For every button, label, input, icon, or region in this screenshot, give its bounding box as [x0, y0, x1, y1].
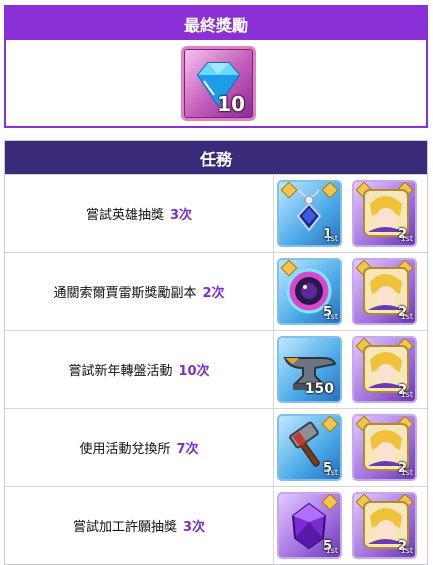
- mission-count: 3次: [169, 208, 193, 223]
- reward-tier: 1st: [400, 546, 413, 555]
- final-reward-title: 最終獎勵: [6, 7, 426, 40]
- mission-count: 3次: [182, 520, 206, 535]
- mission-text: 嘗試新年轉盤活動: [68, 364, 173, 379]
- reward-quantity: 150: [304, 381, 334, 397]
- reward-tier: 1st: [400, 390, 413, 399]
- final-reward-panel: 最終獎勵 10: [4, 5, 428, 128]
- reward-slot[interactable]: 2 1st: [352, 336, 417, 403]
- mission-row: 嘗試英雄抽獎 3次 1 1st 2 1st: [5, 174, 427, 252]
- mission-table-title: 任務: [5, 141, 427, 174]
- mission-description: 嘗試英雄抽獎 3次: [5, 175, 274, 252]
- reward-tier: 1st: [400, 312, 413, 321]
- mission-row: 嘗試加工許願抽獎 3次 5 1st 2 1st: [5, 486, 427, 564]
- reward-slot[interactable]: 2 1st: [352, 414, 417, 481]
- reward-tier: 1st: [325, 468, 338, 477]
- mission-description: 嘗試加工許願抽獎 3次: [5, 487, 274, 564]
- mission-row: 通關索爾賈雷斯獎勵副本 2次 5 1st 2 1st: [5, 252, 427, 330]
- reward-tier: 1st: [325, 546, 338, 555]
- mission-count: 2次: [202, 286, 225, 301]
- final-reward-item[interactable]: 10: [181, 46, 256, 121]
- mission-description: 通關索爾賈雷斯獎勵副本 2次: [5, 253, 274, 330]
- mission-table: 任務 嘗試英雄抽獎 3次 1 1st 2 1st 通關索爾賈雷斯獎勵副本 2次 …: [4, 140, 428, 565]
- reward-slot[interactable]: 2 1st: [352, 258, 417, 325]
- reward-slot[interactable]: 2 1st: [352, 180, 417, 247]
- mission-description: 使用活動兌換所 7次: [5, 409, 274, 486]
- reward-slot[interactable]: 5 1st: [277, 258, 342, 325]
- reward-slot[interactable]: 5 1st: [277, 492, 342, 559]
- mission-description: 嘗試新年轉盤活動 10次: [5, 331, 274, 408]
- mission-count: 7次: [176, 442, 199, 457]
- reward-slot[interactable]: 150: [277, 336, 342, 403]
- mission-row: 嘗試新年轉盤活動 10次 150 2 1st: [5, 330, 427, 408]
- mission-text: 使用活動兌換所: [79, 442, 171, 457]
- reward-tier: 1st: [400, 468, 413, 477]
- reward-slot[interactable]: 1 1st: [277, 180, 342, 247]
- final-reward-quantity: 10: [217, 92, 245, 116]
- mission-text: 通關索爾賈雷斯獎勵副本: [53, 286, 197, 301]
- mission-text: 嘗試加工許願抽獎: [72, 520, 177, 535]
- mission-row: 使用活動兌換所 7次 5 1st 2 1st: [5, 408, 427, 486]
- mission-text: 嘗試英雄抽獎: [85, 208, 164, 223]
- mission-count: 10次: [178, 364, 210, 379]
- reward-tier: 1st: [325, 234, 338, 243]
- reward-tier: 1st: [400, 234, 413, 243]
- reward-slot[interactable]: 2 1st: [352, 492, 417, 559]
- reward-tier: 1st: [325, 312, 338, 321]
- reward-slot[interactable]: 5 1st: [277, 414, 342, 481]
